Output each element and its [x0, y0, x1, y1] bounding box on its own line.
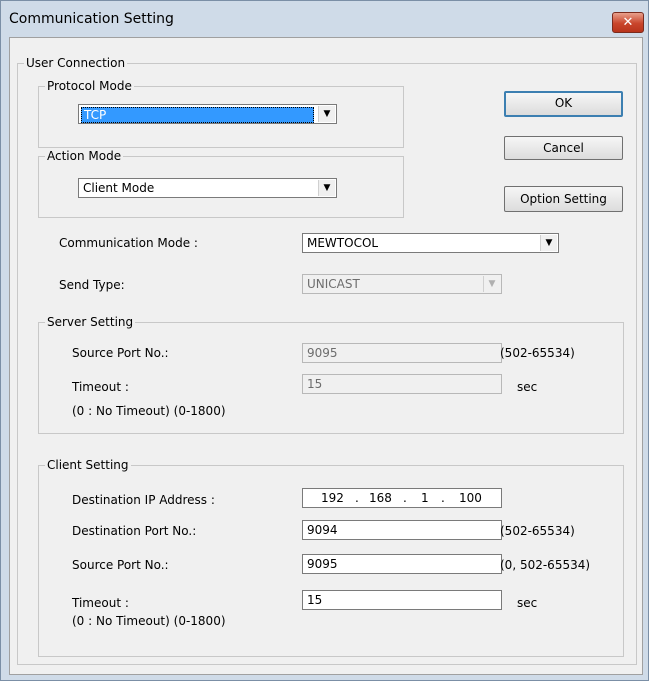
server-timeout-unit: sec [517, 380, 538, 394]
client-setting-legend: Client Setting [45, 458, 131, 472]
ip-octet-2: 168 [369, 491, 392, 505]
destination-ip-label: Destination IP Address : [72, 493, 215, 507]
ok-button[interactable]: OK [504, 91, 623, 117]
client-source-port-field[interactable]: 9095 [302, 554, 502, 574]
server-timeout-field[interactable]: 15 [302, 374, 502, 394]
communication-mode-value: MEWTOCOL [307, 236, 379, 250]
client-timeout-label: Timeout : [72, 596, 129, 610]
chevron-down-icon: ▼ [318, 106, 335, 122]
server-source-port-label: Source Port No.: [72, 346, 169, 360]
client-source-port-range: (0, 502-65534) [500, 558, 591, 572]
communication-mode-select[interactable]: MEWTOCOL ▼ [302, 233, 559, 253]
dialog-body: User Connection Protocol Mode TCP ▼ Acti… [9, 37, 643, 675]
cancel-button[interactable]: Cancel [504, 136, 623, 160]
window-title: Communication Setting [9, 11, 174, 27]
client-source-port-label: Source Port No.: [72, 558, 169, 572]
server-timeout-label: Timeout : [72, 380, 129, 394]
action-mode-value: Client Mode [83, 181, 155, 195]
server-setting-legend: Server Setting [45, 315, 136, 329]
protocol-mode-select[interactable]: TCP ▼ [78, 104, 337, 124]
dialog-window: Communication Setting ✕ User Connection … [0, 0, 649, 681]
option-setting-button[interactable]: Option Setting [504, 186, 623, 212]
client-timeout-hint: (0 : No Timeout) (0-1800) [72, 614, 226, 628]
client-timeout-unit: sec [517, 596, 538, 610]
destination-port-field[interactable]: 9094 [302, 520, 502, 540]
close-icon: ✕ [622, 15, 634, 30]
destination-port-label: Destination Port No.: [72, 524, 197, 538]
destination-port-range: (502-65534) [500, 524, 575, 538]
action-mode-select[interactable]: Client Mode ▼ [78, 178, 337, 198]
send-type-label: Send Type: [59, 278, 125, 292]
title-bar[interactable]: Communication Setting ✕ [1, 1, 648, 37]
chevron-down-icon: ▼ [483, 276, 500, 292]
destination-ip-field[interactable]: 192 . 168 . 1 . 100 [302, 488, 502, 508]
ip-dot: . [403, 491, 407, 505]
server-timeout-hint: (0 : No Timeout) (0-1800) [72, 404, 226, 418]
user-connection-legend: User Connection [24, 56, 128, 70]
ip-octet-4: 100 [459, 491, 482, 505]
server-source-port-range: (502-65534) [500, 346, 575, 360]
communication-mode-label: Communication Mode : [59, 236, 198, 250]
send-type-value: UNICAST [307, 277, 360, 291]
ip-octet-3: 1 [421, 491, 429, 505]
protocol-mode-legend: Protocol Mode [45, 79, 134, 93]
client-timeout-field[interactable]: 15 [302, 590, 502, 610]
server-source-port-field[interactable]: 9095 [302, 343, 502, 363]
chevron-down-icon: ▼ [318, 180, 335, 196]
ip-dot: . [441, 491, 445, 505]
protocol-mode-value: TCP [81, 107, 314, 123]
action-mode-legend: Action Mode [45, 149, 124, 163]
ip-dot: . [355, 491, 359, 505]
ip-octet-1: 192 [321, 491, 344, 505]
chevron-down-icon: ▼ [540, 235, 557, 251]
close-button[interactable]: ✕ [612, 12, 644, 33]
send-type-select[interactable]: UNICAST ▼ [302, 274, 502, 294]
